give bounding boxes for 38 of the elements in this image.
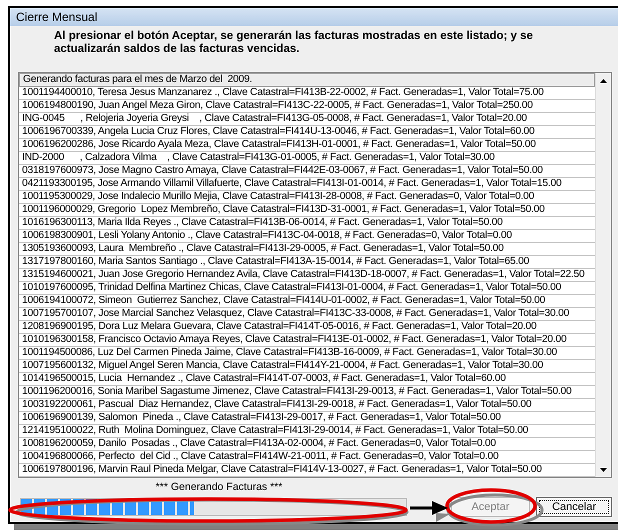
- instruction-text: Al presionar el botón Aceptar, se generarán las facturas mostradas en este listado; y se actualizarán saldos de las facturas vencidas.: [53, 29, 534, 57]
- scroll-down-icon[interactable]: [600, 468, 607, 472]
- list-item[interactable]: 1214195100022, Ruth Molina Dominguez, Clave Catastral=FI413I-29-0014, # Fact. Generadas=1, Valor Total=50.00: [19, 425, 595, 438]
- list-item[interactable]: 1006196900139, Salomon Pineda ., Clave Catastral=FI413I-29-0017, # Fact. Generadas=1, Valor Total=50.00: [19, 412, 595, 425]
- list-item[interactable]: 1006194800190, Juan Angel Meza Giron, Clave Catastral=FI413C-22-0005, # Fact. Generadas=1, Valor Total=250.00: [19, 100, 595, 113]
- list-item[interactable]: 1305193600093, Laura Membreño ., Clave Catastral=FI413I-29-0005, # Fact. Generadas=1, Valor Total=50.00: [19, 243, 595, 256]
- list-item[interactable]: 1001194500086, Luz Del Carmen Pineda Jaime, Clave Catastral=FI413B-16-0009, # Fact. Generadas=1, Valor Total=30.00: [19, 347, 595, 360]
- list-item[interactable]: 1006194100072, Simeon Gutierrez Sanchez, Clave Catastral=FI414U-01-0002, # Fact. Generadas=1, Valor Total=50.00: [19, 295, 595, 308]
- list-item[interactable]: 1006198300901, Lesli Yolany Antonio ., Clave Catastral=FI413C-04-0018, # Fact. Generadas=0, Valor Total=0.00: [19, 230, 595, 243]
- list-item[interactable]: 0318197600973, Jose Magno Castro Amaya, Clave Catastral=FI442E-03-0067, # Fact. Generadas=1, Valor Total=50.00: [19, 165, 595, 178]
- list-item[interactable]: 1001196200016, Sonia Maribel Sagastume Jimenez, Clave Catastral=FI413I-29-0013, # Fact. Generadas=1, Valor Total=50.00: [19, 386, 595, 399]
- list-item[interactable]: 1317197800160, Maria Santos Santiago ., Clave Catastral=FI413A-15-0014, # Fact. Generadas=1, Valor Total=65.00: [19, 256, 595, 269]
- scrollbar[interactable]: [595, 73, 611, 477]
- list-item[interactable]: Generando facturas para el mes de Marzo del 2009.: [19, 73, 595, 87]
- list-item[interactable]: 1006196200286, Jose Ricardo Ayala Meza, Clave Catastral=FI413H-01-0001, # Fact. Generadas=1, Valor Total=50.00: [19, 139, 595, 152]
- scroll-up-icon[interactable]: [600, 78, 607, 82]
- list-item[interactable]: 1007195600132, Miguel Angel Seren Mancia, Clave Catastral=FI414Y-21-0004, # Fact. Generadas=1, Valor Total=30.00: [19, 360, 595, 373]
- list-item[interactable]: 1001195300029, Jose Indalecio Murillo Mejia, Clave Catastral=FI413I-28-0008, # Fact. Generadas=0, Valor Total=0.00: [19, 191, 595, 204]
- list-item[interactable]: 1016196300113, Maria Ilda Reyes ., Clave Catastral=FI413B-06-0014, # Fact. Generadas=1, Valor Total=50.00: [19, 217, 595, 230]
- list-item[interactable]: 1315194600021, Juan Jose Gregorio Hernandez Avila, Clave Catastral=FI413D-18-0007, # Fact. Generadas=1, Valor Total=22.50: [19, 269, 595, 282]
- list-item[interactable]: 1001196000029, Gregorio Lopez Membreño, Clave Catastral=FI413D-31-0001, # Fact. Generadas=1, Valor Total=50.00: [19, 204, 595, 217]
- list-item[interactable]: 1006197800196, Marvin Raul Pineda Melgar, Clave Catastral=FI414V-13-0027, # Fact. Generadas=1, Valor Total=50.00: [19, 464, 595, 477]
- window-title: Cierre Mensual: [10, 8, 618, 26]
- cancel-button[interactable]: Cancelar: [536, 497, 612, 517]
- list-item[interactable]: ING-0045 , Relojeria Joyeria Greysi , Clave Catastral=FI413G-05-0008, # Fact. Generadas=1, Valor Total=20.00: [19, 113, 595, 126]
- list-item[interactable]: 1014196500015, Lucia Hernandez ., Clave Catastral=FI414T-07-0003, # Fact. Generadas=1, Valor Total=60.00: [19, 373, 595, 386]
- list-item[interactable]: 1007195700107, Jose Marcial Sanchez Velasquez, Clave Catastral=FI413C-33-0008, # Fact. Generadas=1, Valor Total=30.00: [19, 308, 595, 321]
- list-item[interactable]: 1003192200061, Pascual Diaz Hernandez, Clave Catastral=FI413I-29-0018, # Fact. Generadas=1, Valor Total=50.00: [19, 399, 595, 412]
- status-text: *** Generando Facturas ***: [154, 481, 284, 493]
- list-item[interactable]: 1004196800066, Perfecto del Cid ., Clave Catastral=FI414W-21-0011, # Fact. Generadas=0, Valor Total=0.00: [19, 451, 595, 464]
- list-item[interactable]: 1208196900195, Dora Luz Melara Guevara, Clave Catastral=FI414T-05-0016, # Fact. Generadas=1, Valor Total=20.00: [19, 321, 595, 334]
- list-item[interactable]: 1001194400010, Teresa Jesus Manzanarez ., Clave Catastral=FI413B-22-0002, # Fact. Generadas=1, Valor Total=75.00: [19, 87, 595, 100]
- list-item[interactable]: 1008196200059, Danilo Posadas ., Clave Catastral=FI413A-02-0004, # Fact. Generadas=0, Valor Total=0.00: [19, 438, 595, 451]
- list-item[interactable]: 1010197600095, Trinidad Delfina Martinez Chicas, Clave Catastral=FI413I-01-0004, # Fact. Generadas=1, Valor Total=50.00: [19, 282, 595, 295]
- list-item[interactable]: 1006196700339, Angela Lucia Cruz Flores, Clave Catastral=FI414U-13-0046, # Fact. Generadas=1, Valor Total=60.00: [19, 126, 595, 139]
- list-item[interactable]: 0421193300195, Jose Armando Villamil Villafuerte, Clave Catastral=FI413I-01-0014, # Fact. Generadas=1, Valor Total=15.00: [19, 178, 595, 191]
- list-item[interactable]: IND-2000 , Calzadora Vilma , Clave Catastral=FI413G-01-0005, # Fact. Generadas=1, Valor Total=30.00: [19, 152, 595, 165]
- list-item[interactable]: 1010196300158, Francisco Octavio Amaya Reyes, Clave Catastral=FI413E-01-0002, # Fact. Generadas=1, Valor Total=20.00: [19, 334, 595, 347]
